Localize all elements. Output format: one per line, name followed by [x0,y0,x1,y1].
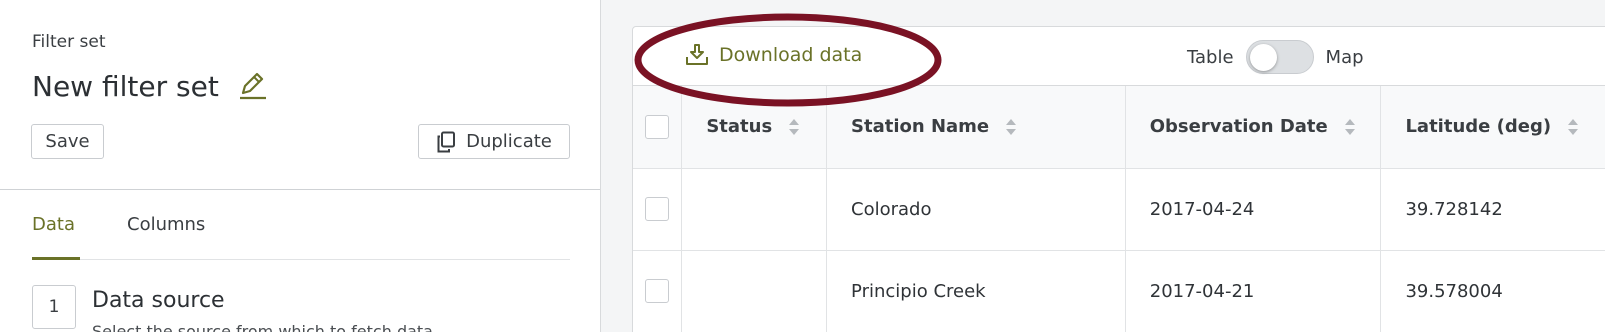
download-data-label: Download data [719,44,863,66]
status-cell [681,250,828,332]
column-header-label: Latitude (deg) [1405,116,1552,138]
filter-panel: Filter set New filter set Save Duplicate… [0,0,601,332]
column-header-status[interactable]: Status [681,86,828,169]
step-description: Select the source from which to fetch da… [92,322,433,332]
filter-set-label: Filter set [32,32,106,52]
sort-icon[interactable] [1567,118,1579,136]
table-header-row: Status Station Name Observation Date Lat… [633,86,1605,169]
row-checkbox[interactable] [645,197,669,221]
pencil-icon[interactable] [237,71,267,101]
toggle-label-table: Table [1187,46,1234,68]
data-table-card: Download data Table Map Status Station N… [632,26,1605,332]
download-tray-icon [685,43,709,67]
observation-date-cell: 2017-04-21 [1125,250,1382,332]
latitude-cell: 39.728142 [1380,168,1605,251]
filter-set-name: New filter set [32,70,219,103]
view-toggle: Table Map [1187,39,1364,75]
sort-icon[interactable] [1344,118,1356,136]
tab-data[interactable]: Data [32,214,75,235]
download-data-button[interactable]: Download data [685,43,862,67]
row-select-cell [633,168,683,251]
column-header-label: Station Name [851,116,990,138]
table-row[interactable]: Colorado 2017-04-24 39.728142 [633,168,1605,251]
station-name-cell: Principio Creek [826,250,1126,332]
copy-icon [436,131,456,153]
select-all-checkbox[interactable] [645,114,669,139]
toggle-label-map: Map [1325,46,1364,68]
column-header-label: Status [706,116,773,138]
toggle-knob [1249,44,1277,71]
sort-icon[interactable] [788,118,800,136]
filter-set-header: Filter set New filter set Save Duplicate [0,0,600,190]
latitude-cell: 39.578004 [1380,250,1605,332]
step-title: Data source [92,288,225,313]
observation-date-cell: 2017-04-24 [1125,168,1382,251]
duplicate-button[interactable]: Duplicate [418,124,570,159]
column-header-latitude[interactable]: Latitude (deg) [1380,86,1605,169]
duplicate-label: Duplicate [466,131,552,152]
active-tab-indicator [32,257,80,260]
table-toolbar: Download data Table Map [633,27,1605,86]
table-map-toggle[interactable] [1245,40,1314,74]
sort-icon[interactable] [1005,118,1017,136]
column-header-observation-date[interactable]: Observation Date [1125,86,1382,169]
row-checkbox[interactable] [645,279,669,303]
observations-table: Status Station Name Observation Date Lat… [633,86,1605,332]
column-header-station-name[interactable]: Station Name [826,86,1126,169]
row-select-cell [633,250,683,332]
tab-columns[interactable]: Columns [127,214,205,235]
select-all-cell [633,86,683,169]
table-row[interactable]: Principio Creek 2017-04-21 39.578004 [633,250,1605,332]
step-number: 1 [32,285,76,329]
station-name-cell: Colorado [826,168,1126,251]
column-header-label: Observation Date [1149,116,1328,138]
filter-tabs: Data Columns [32,200,570,260]
status-cell [681,168,828,251]
save-button[interactable]: Save [31,124,104,159]
